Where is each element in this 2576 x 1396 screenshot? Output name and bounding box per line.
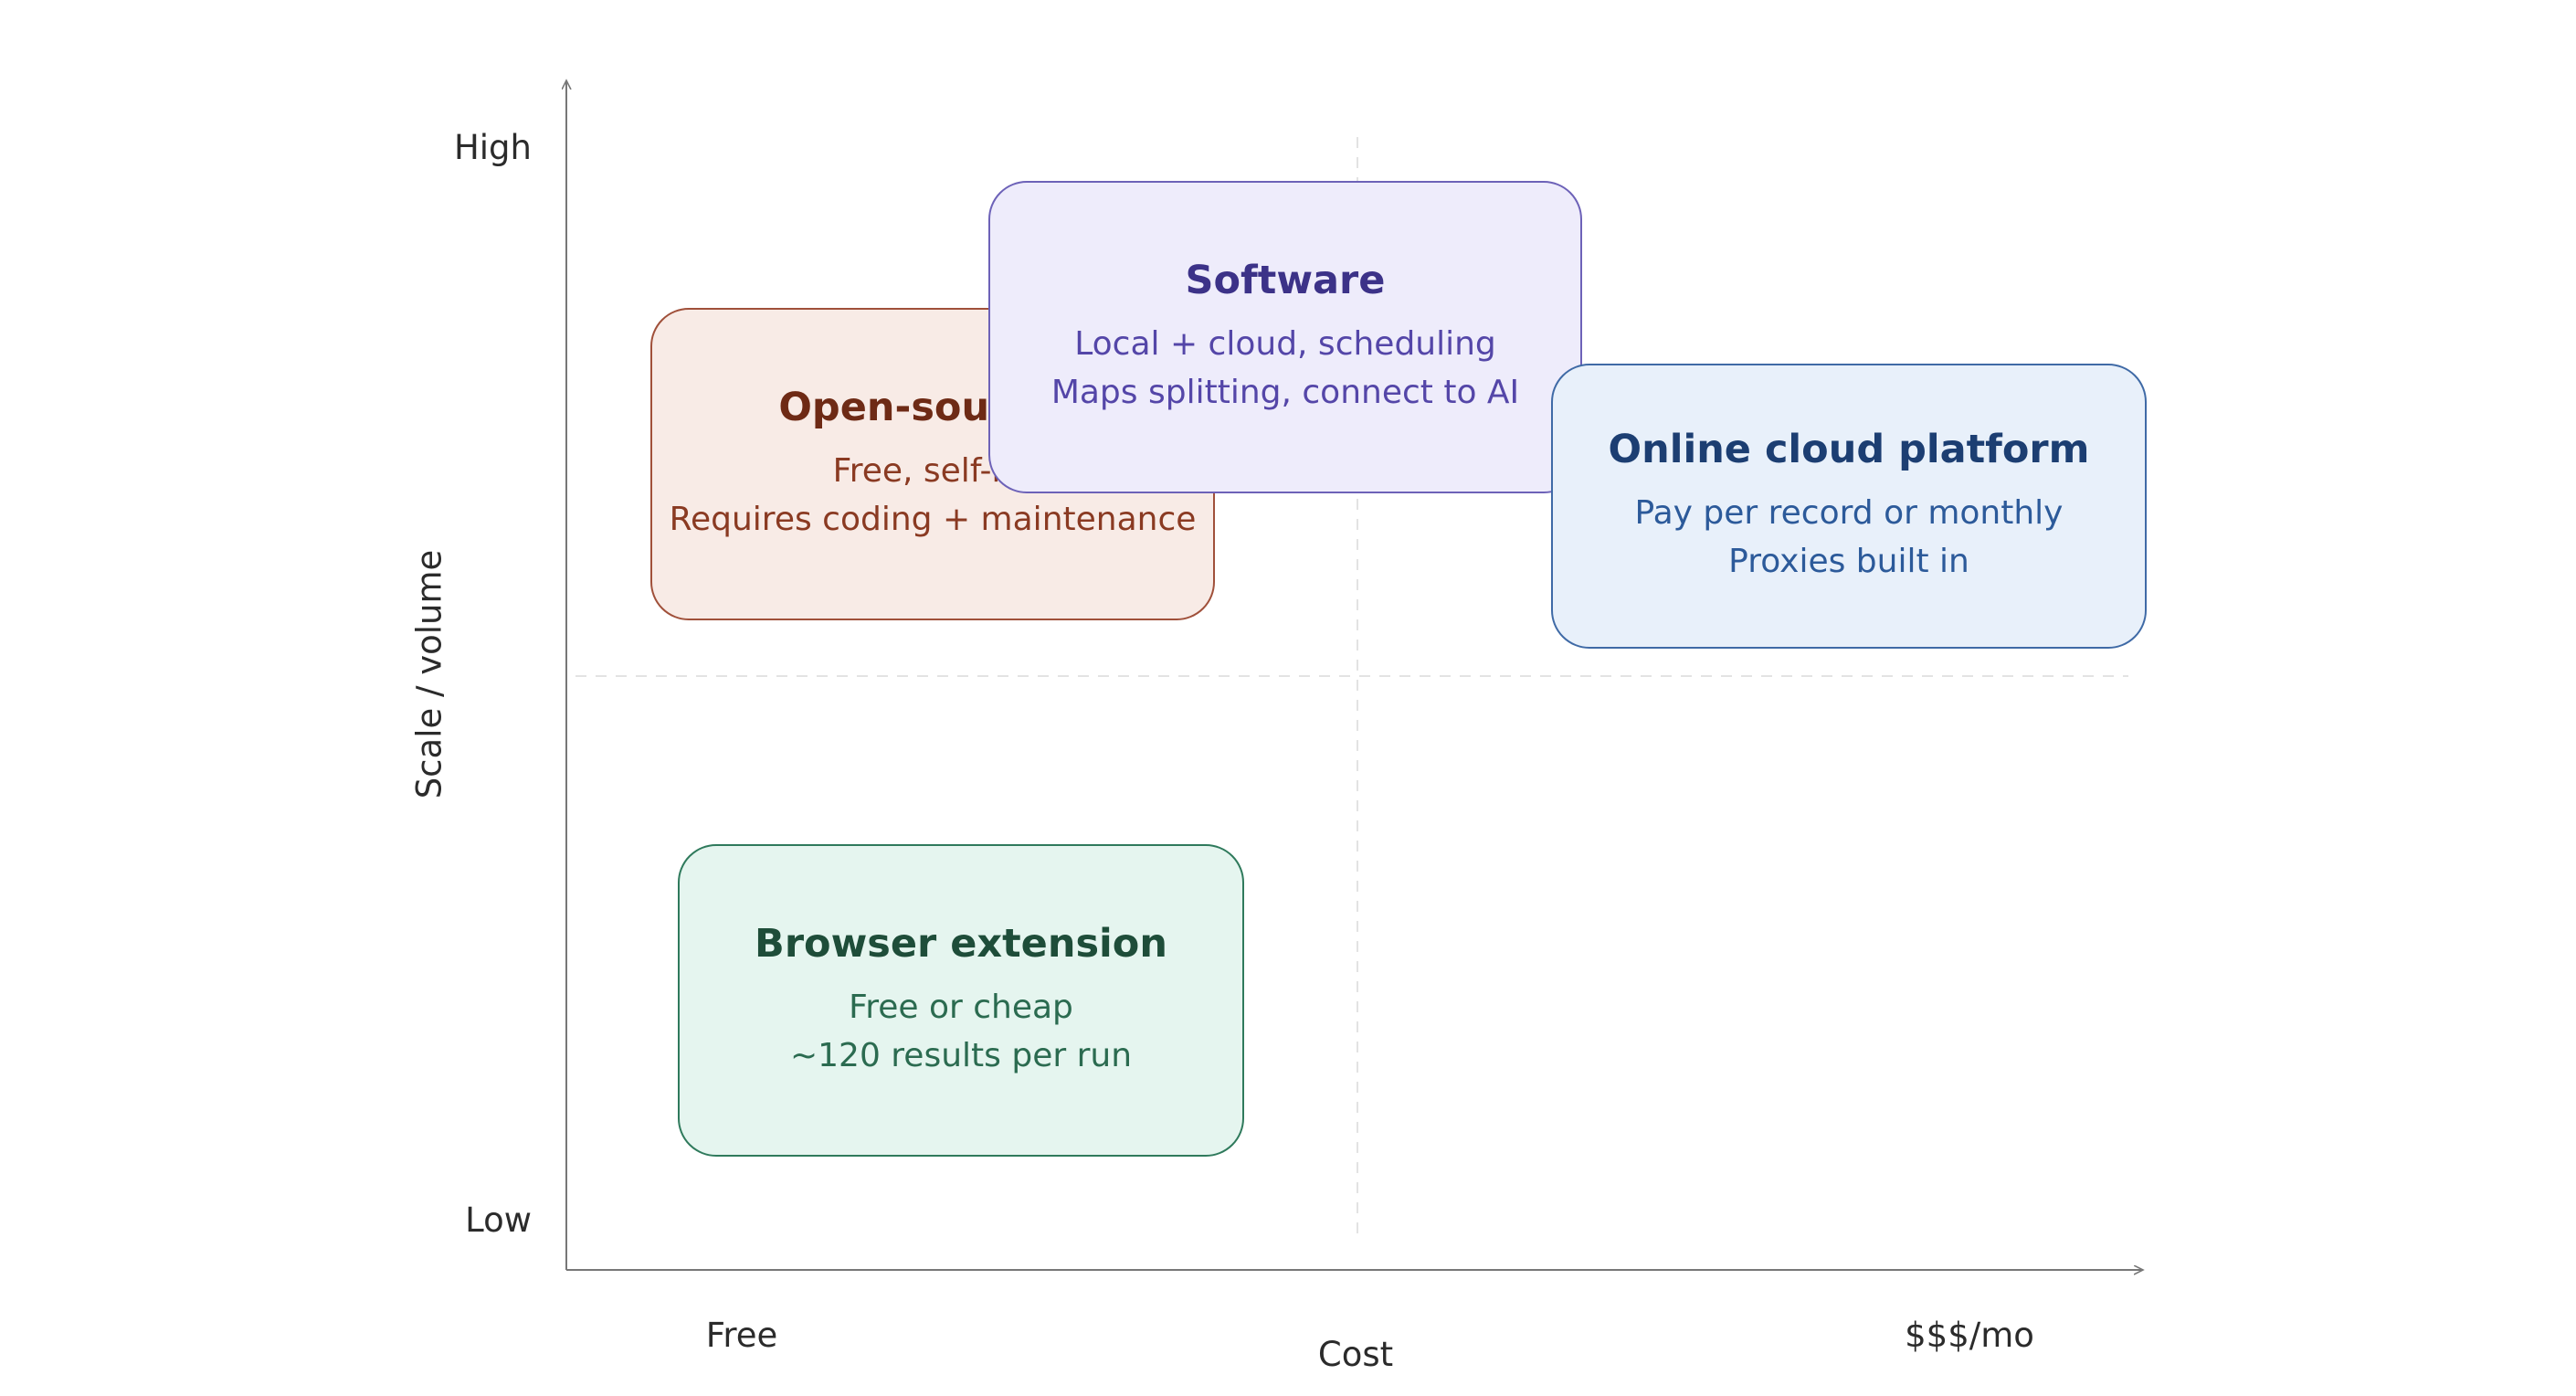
online-cloud-line-1: Pay per record or monthly bbox=[1634, 494, 2064, 532]
browser-extension-line-2: ~120 results per run bbox=[789, 1037, 1133, 1074]
online-cloud-title: Online cloud platform bbox=[1608, 427, 2090, 472]
browser-extension-line-1: Free or cheap bbox=[849, 989, 1073, 1026]
y-axis-low-label: Low bbox=[465, 1200, 532, 1240]
x-axis-low-label: Free bbox=[705, 1316, 778, 1355]
browser-extension-title: Browser extension bbox=[755, 921, 1167, 967]
software-line-1: Local + cloud, scheduling bbox=[1074, 325, 1496, 363]
x-axis-title: Cost bbox=[1317, 1335, 1394, 1374]
y-axis-title: Scale / volume bbox=[409, 549, 449, 799]
software-box: Software Local + cloud, scheduling Maps … bbox=[988, 181, 1582, 493]
software-line-2: Maps splitting, connect to AI bbox=[1050, 374, 1520, 411]
online-cloud-box: Online cloud platform Pay per record or … bbox=[1551, 364, 2147, 649]
open-source-line-2: Requires coding + maintenance bbox=[669, 501, 1197, 538]
browser-extension-box: Browser extension Free or cheap ~120 res… bbox=[678, 844, 1244, 1157]
software-title: Software bbox=[1185, 258, 1386, 303]
online-cloud-line-2: Proxies built in bbox=[1728, 543, 1969, 580]
y-axis-high-label: High bbox=[453, 128, 532, 167]
x-axis-high-label: $$$/mo bbox=[1905, 1316, 2034, 1355]
